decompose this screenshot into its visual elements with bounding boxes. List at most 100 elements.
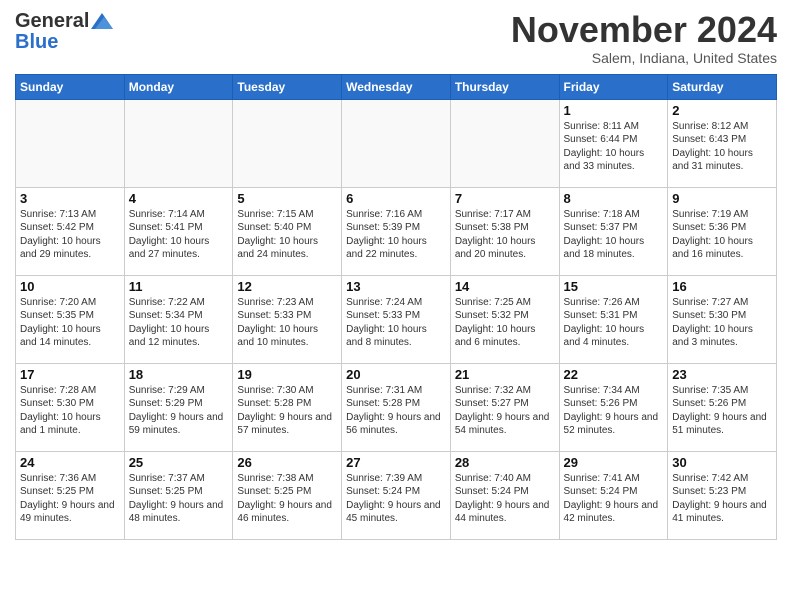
header-cell-friday: Friday [559, 74, 668, 99]
logo: General Blue [15, 10, 113, 54]
day-info: Sunrise: 7:30 AMSunset: 5:28 PMDaylight:… [237, 384, 337, 438]
header-cell-tuesday: Tuesday [233, 74, 342, 99]
day-number: 16 [672, 279, 772, 294]
calendar-cell: 14 Sunrise: 7:25 AMSunset: 5:32 PMDayligh… [450, 275, 559, 363]
day-number: 11 [129, 279, 229, 294]
header-row: SundayMondayTuesdayWednesdayThursdayFrid… [16, 74, 777, 99]
calendar-cell [450, 99, 559, 187]
calendar-cell: 25 Sunrise: 7:37 AMSunset: 5:25 PMDayligh… [124, 451, 233, 539]
day-info: Sunrise: 7:19 AMSunset: 5:36 PMDaylight:… [672, 208, 772, 262]
calendar-cell: 5 Sunrise: 7:15 AMSunset: 5:40 PMDaylight… [233, 187, 342, 275]
calendar-cell: 27 Sunrise: 7:39 AMSunset: 5:24 PMDayligh… [342, 451, 451, 539]
week-row-3: 10 Sunrise: 7:20 AMSunset: 5:35 PMDayligh… [16, 275, 777, 363]
calendar-cell: 12Sunrise: 7:23 AMSunset: 5:33 PMDayligh… [233, 275, 342, 363]
day-number: 29 [564, 455, 664, 470]
calendar-cell: 2 Sunrise: 8:12 AMSunset: 6:43 PMDaylight… [668, 99, 777, 187]
week-row-2: 3 Sunrise: 7:13 AMSunset: 5:42 PMDaylight… [16, 187, 777, 275]
day-info: Sunrise: 7:18 AMSunset: 5:37 PMDaylight:… [564, 208, 664, 262]
day-info: Sunrise: 7:39 AMSunset: 5:24 PMDaylight:… [346, 472, 446, 526]
day-info: Sunrise: 7:20 AMSunset: 5:35 PMDaylight:… [20, 296, 120, 350]
day-number: 30 [672, 455, 772, 470]
day-info: Sunrise: 8:11 AMSunset: 6:44 PMDaylight:… [564, 120, 664, 174]
day-number: 6 [346, 191, 446, 206]
calendar-cell [233, 99, 342, 187]
day-info: Sunrise: 7:40 AMSunset: 5:24 PMDaylight:… [455, 472, 555, 526]
day-info: Sunrise: 7:15 AMSunset: 5:40 PMDaylight:… [237, 208, 337, 262]
calendar-cell: 16 Sunrise: 7:27 AMSunset: 5:30 PMDayligh… [668, 275, 777, 363]
day-number: 24 [20, 455, 120, 470]
day-info: Sunrise: 7:42 AMSunset: 5:23 PMDaylight:… [672, 472, 772, 526]
day-number: 26 [237, 455, 337, 470]
logo-blue: Blue [15, 31, 58, 54]
calendar-header: SundayMondayTuesdayWednesdayThursdayFrid… [16, 74, 777, 99]
day-number: 27 [346, 455, 446, 470]
day-info: Sunrise: 7:32 AMSunset: 5:27 PMDaylight:… [455, 384, 555, 438]
title-block: November 2024 Salem, Indiana, United Sta… [511, 10, 777, 66]
calendar-cell: 28Sunrise: 7:40 AMSunset: 5:24 PMDayligh… [450, 451, 559, 539]
day-info: Sunrise: 7:28 AMSunset: 5:30 PMDaylight:… [20, 384, 120, 438]
header-cell-wednesday: Wednesday [342, 74, 451, 99]
calendar-cell: 30 Sunrise: 7:42 AMSunset: 5:23 PMDayligh… [668, 451, 777, 539]
calendar-cell: 3 Sunrise: 7:13 AMSunset: 5:42 PMDaylight… [16, 187, 125, 275]
calendar-cell: 1 Sunrise: 8:11 AMSunset: 6:44 PMDaylight… [559, 99, 668, 187]
calendar-body: 1 Sunrise: 8:11 AMSunset: 6:44 PMDaylight… [16, 99, 777, 539]
calendar-cell: 19Sunrise: 7:30 AMSunset: 5:28 PMDayligh… [233, 363, 342, 451]
day-info: Sunrise: 7:38 AMSunset: 5:25 PMDaylight:… [237, 472, 337, 526]
calendar-cell: 6Sunrise: 7:16 AMSunset: 5:39 PMDaylight… [342, 187, 451, 275]
logo-general: General [15, 10, 89, 33]
day-info: Sunrise: 8:12 AMSunset: 6:43 PMDaylight:… [672, 120, 772, 174]
day-number: 7 [455, 191, 555, 206]
day-number: 13 [346, 279, 446, 294]
header-cell-saturday: Saturday [668, 74, 777, 99]
day-number: 23 [672, 367, 772, 382]
day-number: 21 [455, 367, 555, 382]
calendar-cell: 9 Sunrise: 7:19 AMSunset: 5:36 PMDaylight… [668, 187, 777, 275]
day-number: 3 [20, 191, 120, 206]
calendar-cell: 13 Sunrise: 7:24 AMSunset: 5:33 PMDayligh… [342, 275, 451, 363]
calendar-cell: 22 Sunrise: 7:34 AMSunset: 5:26 PMDayligh… [559, 363, 668, 451]
calendar-cell: 17 Sunrise: 7:28 AMSunset: 5:30 PMDayligh… [16, 363, 125, 451]
day-info: Sunrise: 7:31 AMSunset: 5:28 PMDaylight:… [346, 384, 446, 438]
week-row-1: 1 Sunrise: 8:11 AMSunset: 6:44 PMDaylight… [16, 99, 777, 187]
day-info: Sunrise: 7:41 AMSunset: 5:24 PMDaylight:… [564, 472, 664, 526]
logo-icon [91, 13, 113, 29]
calendar-cell: 23 Sunrise: 7:35 AMSunset: 5:26 PMDayligh… [668, 363, 777, 451]
day-number: 9 [672, 191, 772, 206]
day-info: Sunrise: 7:22 AMSunset: 5:34 PMDaylight:… [129, 296, 229, 350]
day-number: 25 [129, 455, 229, 470]
calendar-cell: 15 Sunrise: 7:26 AMSunset: 5:31 PMDayligh… [559, 275, 668, 363]
day-number: 10 [20, 279, 120, 294]
day-number: 4 [129, 191, 229, 206]
day-number: 2 [672, 103, 772, 118]
day-info: Sunrise: 7:26 AMSunset: 5:31 PMDaylight:… [564, 296, 664, 350]
day-number: 15 [564, 279, 664, 294]
calendar-cell [124, 99, 233, 187]
week-row-4: 17 Sunrise: 7:28 AMSunset: 5:30 PMDayligh… [16, 363, 777, 451]
day-number: 1 [564, 103, 664, 118]
calendar-cell: 29 Sunrise: 7:41 AMSunset: 5:24 PMDayligh… [559, 451, 668, 539]
day-number: 17 [20, 367, 120, 382]
calendar-cell: 18Sunrise: 7:29 AMSunset: 5:29 PMDayligh… [124, 363, 233, 451]
calendar-cell: 24 Sunrise: 7:36 AMSunset: 5:25 PMDayligh… [16, 451, 125, 539]
calendar-table: SundayMondayTuesdayWednesdayThursdayFrid… [15, 74, 777, 540]
day-info: Sunrise: 7:24 AMSunset: 5:33 PMDaylight:… [346, 296, 446, 350]
day-info: Sunrise: 7:27 AMSunset: 5:30 PMDaylight:… [672, 296, 772, 350]
calendar-cell: 10 Sunrise: 7:20 AMSunset: 5:35 PMDayligh… [16, 275, 125, 363]
calendar-cell: 26 Sunrise: 7:38 AMSunset: 5:25 PMDayligh… [233, 451, 342, 539]
location: Salem, Indiana, United States [511, 50, 777, 66]
day-info: Sunrise: 7:34 AMSunset: 5:26 PMDaylight:… [564, 384, 664, 438]
day-info: Sunrise: 7:23 AMSunset: 5:33 PMDaylight:… [237, 296, 337, 350]
day-number: 22 [564, 367, 664, 382]
calendar-cell: 11 Sunrise: 7:22 AMSunset: 5:34 PMDayligh… [124, 275, 233, 363]
day-info: Sunrise: 7:13 AMSunset: 5:42 PMDaylight:… [20, 208, 120, 262]
day-number: 18 [129, 367, 229, 382]
day-info: Sunrise: 7:14 AMSunset: 5:41 PMDaylight:… [129, 208, 229, 262]
header-cell-thursday: Thursday [450, 74, 559, 99]
day-number: 20 [346, 367, 446, 382]
day-info: Sunrise: 7:37 AMSunset: 5:25 PMDaylight:… [129, 472, 229, 526]
day-number: 14 [455, 279, 555, 294]
day-info: Sunrise: 7:36 AMSunset: 5:25 PMDaylight:… [20, 472, 120, 526]
day-info: Sunrise: 7:35 AMSunset: 5:26 PMDaylight:… [672, 384, 772, 438]
day-info: Sunrise: 7:25 AMSunset: 5:32 PMDaylight:… [455, 296, 555, 350]
day-number: 5 [237, 191, 337, 206]
